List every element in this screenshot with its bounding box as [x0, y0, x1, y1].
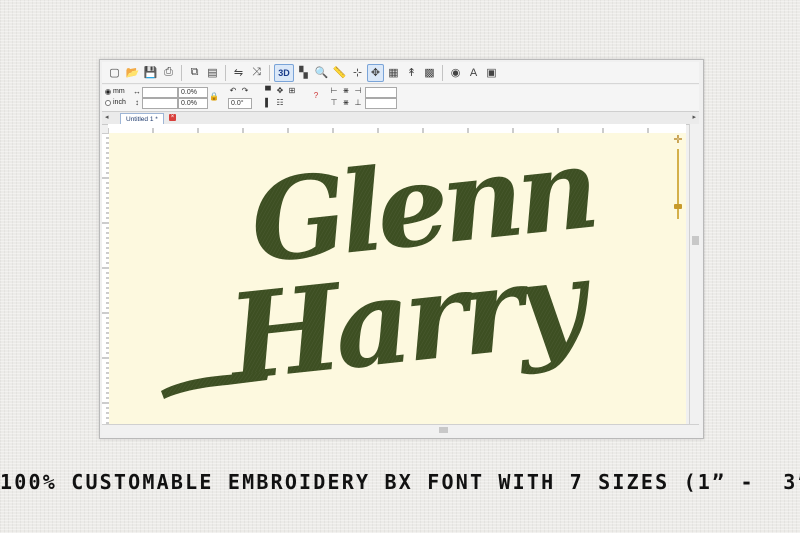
height-arrow-icon: ↕ — [135, 98, 139, 107]
view-3d-button[interactable]: 3D — [274, 63, 294, 82]
horizontal-scrollbar[interactable] — [102, 424, 699, 435]
paste-icon[interactable]: ▤ — [204, 64, 221, 82]
horizontal-scroll-thumb[interactable] — [439, 427, 448, 433]
zoom-slider-handle[interactable] — [674, 204, 682, 209]
measure-icon[interactable]: 📏 — [331, 64, 348, 82]
tab-scroll-right-icon[interactable]: ▸ — [692, 113, 696, 121]
snap-middle-icon[interactable]: ⋇ — [341, 98, 351, 108]
align-left-icon[interactable]: ▌ — [263, 98, 273, 108]
unit-mm-option[interactable]: mm — [105, 88, 125, 95]
width-arrow-icon: ↔ — [133, 87, 141, 96]
width-percent-field[interactable]: 0.0% — [178, 87, 208, 98]
toolbar-separator — [181, 64, 182, 81]
design-canvas[interactable]: Glenn Harry ✛ — [109, 133, 686, 424]
align-top-icon[interactable]: ▀ — [263, 86, 273, 96]
unit-inch-radio[interactable] — [105, 99, 111, 106]
select-icon[interactable]: ✥ — [367, 63, 384, 82]
vertical-scrollbar[interactable] — [689, 124, 701, 424]
height-field[interactable] — [142, 98, 178, 109]
copy-icon[interactable]: ⧉ — [186, 64, 203, 82]
text-tool-icon[interactable]: A — [465, 64, 482, 82]
rotate-icon[interactable]: ⤨ — [248, 64, 265, 82]
unit-inch-label: inch — [113, 99, 126, 106]
snap-left-icon[interactable]: ⊢ — [329, 86, 339, 96]
hoop-icon[interactable]: ⊹ — [349, 64, 366, 82]
embroidery-app-window: ▢ 📂 💾 ⎙ ⧉ ▤ ⇋ ⤨ 3D ▚ 🔍 📏 ⊹ ✥ ▦ ↟ ▩ ◉ A ▣ mm inch ↔ ↕ 0.0% 0… — [99, 59, 704, 439]
snap-bottom-icon[interactable]: ⊥ — [353, 98, 363, 108]
snap-center-icon[interactable]: ⋇ — [341, 86, 351, 96]
rotate-right-icon[interactable]: ↷ — [240, 86, 250, 96]
export-icon[interactable]: ▣ — [483, 64, 500, 82]
embroidery-design[interactable]: Glenn Harry — [109, 133, 686, 424]
properties-toolbar: mm inch ↔ ↕ 0.0% 0.0% 🔒 ↶ ↷ 0.0° ▀ ✥ ⊞ ▌… — [102, 85, 699, 112]
vertical-scroll-thumb[interactable] — [692, 236, 699, 245]
open-icon[interactable]: 📂 — [124, 64, 141, 82]
center-icon[interactable]: ✥ — [275, 86, 285, 96]
tab-close-icon[interactable]: × — [169, 114, 176, 121]
stitch-icon[interactable]: ◉ — [447, 64, 464, 82]
zoom-slider[interactable] — [674, 149, 682, 219]
distribute-icon[interactable]: ☷ — [275, 98, 285, 108]
unit-inch-option[interactable]: inch — [105, 99, 126, 106]
width-field[interactable] — [142, 87, 178, 98]
main-toolbar: ▢ 📂 💾 ⎙ ⧉ ▤ ⇋ ⤨ 3D ▚ 🔍 📏 ⊹ ✥ ▦ ↟ ▩ ◉ A ▣ — [102, 62, 699, 84]
spacing-y-field[interactable] — [365, 98, 397, 109]
rotate-left-icon[interactable]: ↶ — [228, 86, 238, 96]
wizard-icon[interactable]: ▩ — [421, 64, 438, 82]
snap-top-icon[interactable]: ⊤ — [329, 98, 339, 108]
save-icon[interactable]: 💾 — [142, 64, 159, 82]
palette-icon[interactable]: ▚ — [295, 64, 312, 82]
tab-scroll-left-icon[interactable]: ◂ — [105, 113, 109, 121]
compass-icon[interactable]: ✛ — [672, 134, 684, 146]
toolbar-separator — [269, 64, 270, 81]
toolbar-separator — [442, 64, 443, 81]
promo-caption: 100% CUSTOMABLE EMBROIDERY BX FONT WITH … — [0, 470, 800, 494]
toolbar-separator — [225, 64, 226, 81]
snap-right-icon[interactable]: ⊣ — [353, 86, 363, 96]
spacing-x-field[interactable] — [365, 87, 397, 98]
mirror-icon[interactable]: ⇋ — [230, 64, 247, 82]
rotation-field[interactable]: 0.0° — [228, 98, 252, 109]
help-icon[interactable]: ? — [311, 91, 321, 101]
needle-icon[interactable]: ↟ — [403, 64, 420, 82]
new-icon[interactable]: ▢ — [106, 64, 123, 82]
grid-icon[interactable]: ▦ — [385, 64, 402, 82]
height-percent-field[interactable]: 0.0% — [178, 98, 208, 109]
zoom-icon[interactable]: 🔍 — [313, 64, 330, 82]
expand-icon[interactable]: ⊞ — [287, 86, 297, 96]
unit-mm-radio[interactable] — [105, 88, 111, 95]
lock-ratio-icon[interactable]: 🔒 — [209, 92, 219, 102]
print-icon[interactable]: ⎙ — [160, 64, 177, 82]
unit-mm-label: mm — [113, 88, 125, 95]
